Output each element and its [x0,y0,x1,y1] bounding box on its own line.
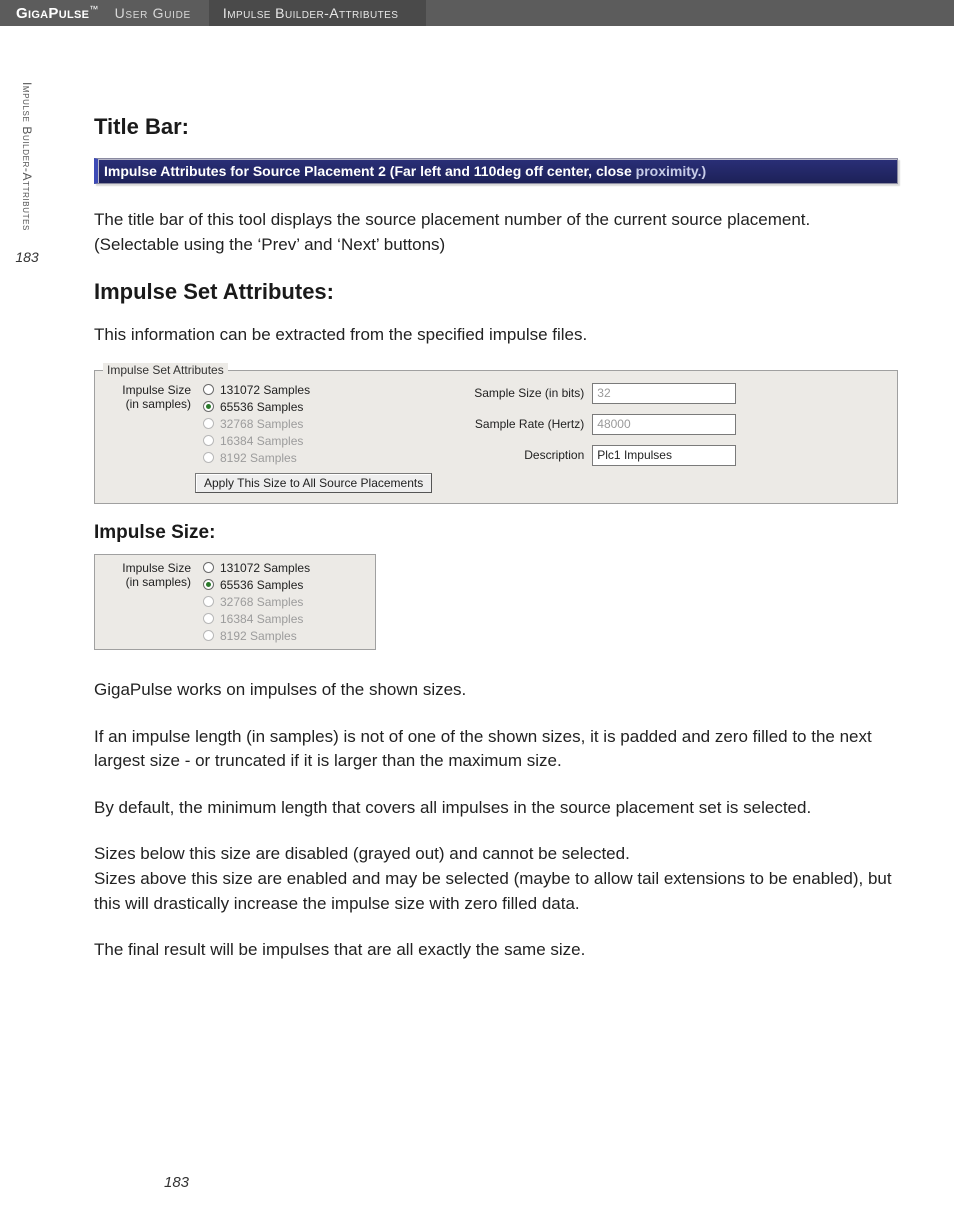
radio2-32768: 32768 Samples [203,595,310,609]
heading-impulse-size: Impulse Size: [94,522,898,544]
brand-label: GigaPulse™ [0,0,107,26]
radio2-65536[interactable]: 65536 Samples [203,578,310,592]
radio-icon [203,630,214,641]
title-bar-screenshot: Impulse Attributes for Source Placement … [94,158,898,184]
page-gutter: Impulse Builder-Attributes 183 [0,26,54,1227]
radio-icon [203,452,214,463]
attribute-fields: Sample Size (in bits) 32 Sample Rate (He… [474,383,736,466]
impulse-size-p4a: Sizes below this size are disabled (gray… [94,842,898,867]
radio2-16384: 16384 Samples [203,612,310,626]
radio-16384: 16384 Samples [203,434,432,448]
description-field[interactable]: Plc1 Impulses [592,445,736,466]
sample-rate-label: Sample Rate (Hertz) [474,417,584,431]
gutter-section-label: Impulse Builder-Attributes [20,82,34,231]
impulse-size-p1: GigaPulse works on impulses of the shown… [94,678,898,703]
heading-impulse-set-attributes: Impulse Set Attributes: [94,279,898,305]
heading-title-bar: Title Bar: [94,114,898,140]
radio-icon [203,418,214,429]
impulse-size-p5: The final result will be impulses that a… [94,938,898,963]
impulse-size-radiogroup: 131072 Samples 65536 Samples 32768 Sampl… [203,383,432,465]
impulse-size-p3: By default, the minimum length that cove… [94,796,898,821]
radio-icon [203,596,214,607]
document-page: GigaPulse™ User Guide Impulse Builder-At… [0,0,954,1227]
doc-crumb-label: Impulse Builder-Attributes [209,0,426,26]
impulse-size-p2: If an impulse length (in samples) is not… [94,725,898,774]
doc-header: GigaPulse™ User Guide Impulse Builder-At… [0,0,954,26]
doc-section-label: User Guide [107,0,209,26]
impulse-size-p4b: Sizes above this size are enabled and ma… [94,867,898,916]
sample-size-label: Sample Size (in bits) [474,386,584,400]
radio-8192: 8192 Samples [203,451,432,465]
impulse-size-label: Impulse Size [105,561,191,575]
impulse-size-label-sub: (in samples) [105,575,191,589]
groupbox-legend: Impulse Set Attributes [103,363,228,377]
title-bar-desc: The title bar of this tool displays the … [94,208,898,257]
radio2-8192: 8192 Samples [203,629,310,643]
apply-size-button[interactable]: Apply This Size to All Source Placements [195,473,432,493]
title-bar-text-faded: proximity.) [636,163,707,179]
trademark-icon: ™ [89,4,98,14]
radio-icon [203,401,214,412]
description-label: Description [474,448,584,462]
impulse-size-label: Impulse Size [105,383,191,397]
impulse-set-intro: This information can be extracted from t… [94,323,898,348]
radio-icon [203,435,214,446]
impulse-set-attributes-groupbox: Impulse Set Attributes Impulse Size (in … [94,370,898,504]
radio2-131072[interactable]: 131072 Samples [203,561,310,575]
footer-page-number: 183 [164,1174,189,1191]
impulse-size-label-sub: (in samples) [105,397,191,411]
title-bar-text: Impulse Attributes for Source Placement … [104,163,636,179]
radio-icon [203,384,214,395]
radio-icon [203,562,214,573]
radio-icon [203,613,214,624]
sample-rate-field[interactable]: 48000 [592,414,736,435]
impulse-size-radiogroup-2: 131072 Samples 65536 Samples 32768 Sampl… [203,561,310,643]
page-body: Title Bar: Impulse Attributes for Source… [94,26,898,963]
radio-icon [203,579,214,590]
brand-text: GigaPulse [16,5,89,22]
impulse-size-groupbox: Impulse Size (in samples) 131072 Samples… [94,554,376,650]
gutter-page-number: 183 [15,249,38,265]
radio-32768: 32768 Samples [203,417,432,431]
sample-size-field[interactable]: 32 [592,383,736,404]
radio-65536[interactable]: 65536 Samples [203,400,432,414]
radio-131072[interactable]: 131072 Samples [203,383,432,397]
